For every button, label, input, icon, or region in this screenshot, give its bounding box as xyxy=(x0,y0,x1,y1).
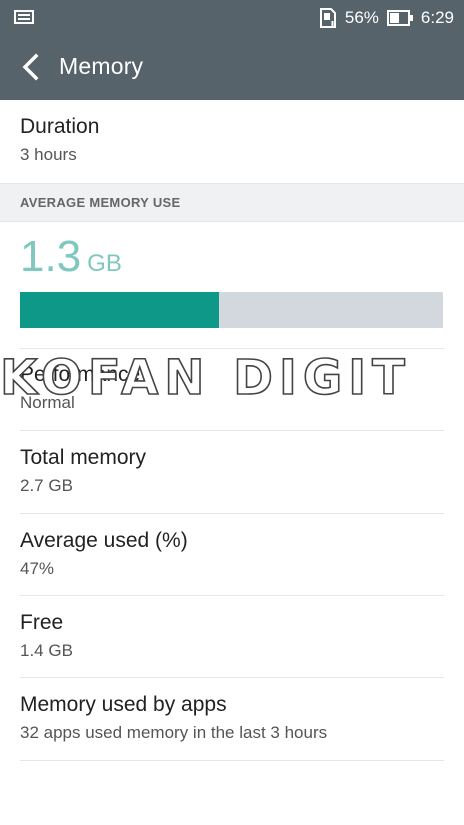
sd-card-icon xyxy=(319,8,336,28)
memory-usage-bar-fill xyxy=(20,292,219,328)
battery-percent: 56% xyxy=(344,8,379,27)
list-item-memory-used-by-apps[interactable]: Memory used by apps 32 apps used memory … xyxy=(20,693,444,743)
list-item-total-memory[interactable]: Total memory 2.7 GB xyxy=(20,446,444,496)
list-item-label: Free xyxy=(20,611,64,634)
clock: 6:29 xyxy=(420,8,454,27)
duration-label: Duration xyxy=(20,115,100,138)
watermark: KOFAN DIGIT xyxy=(0,349,411,407)
page-title: Memory xyxy=(59,53,144,79)
memory-usage-bar xyxy=(20,292,443,328)
back-arrow-icon[interactable] xyxy=(16,51,48,83)
battery-icon xyxy=(386,10,413,26)
list-item-label: Average used (%) xyxy=(20,529,188,552)
list-item-label: Memory used by apps xyxy=(20,693,227,716)
average-memory-value: 1.3 GB xyxy=(20,232,122,282)
duration-value: 3 hours xyxy=(20,145,77,164)
list-item-average-used[interactable]: Average used (%) 47% xyxy=(20,529,444,579)
divider xyxy=(20,430,444,431)
list-item-free[interactable]: Free 1.4 GB xyxy=(20,611,444,661)
divider xyxy=(20,513,444,514)
list-item-value: 32 apps used memory in the last 3 hours xyxy=(20,723,328,742)
status-bar: 56% 6:29 xyxy=(0,0,464,35)
divider xyxy=(20,677,444,678)
average-memory-unit: GB xyxy=(87,250,122,277)
average-memory-number: 1.3 xyxy=(20,232,82,281)
list-item-value: 1.4 GB xyxy=(20,641,73,660)
list-item-label: Total memory xyxy=(20,446,147,469)
list-item-value: 2.7 GB xyxy=(20,476,73,495)
duration-row[interactable]: Duration 3 hours xyxy=(20,115,444,165)
section-header-label: AVERAGE MEMORY USE xyxy=(20,195,181,210)
screen-icon xyxy=(14,10,34,24)
section-header: AVERAGE MEMORY USE xyxy=(0,183,464,222)
divider xyxy=(20,760,444,761)
divider xyxy=(20,595,444,596)
list-item-value: 47% xyxy=(20,559,55,578)
app-bar: Memory xyxy=(0,35,464,100)
